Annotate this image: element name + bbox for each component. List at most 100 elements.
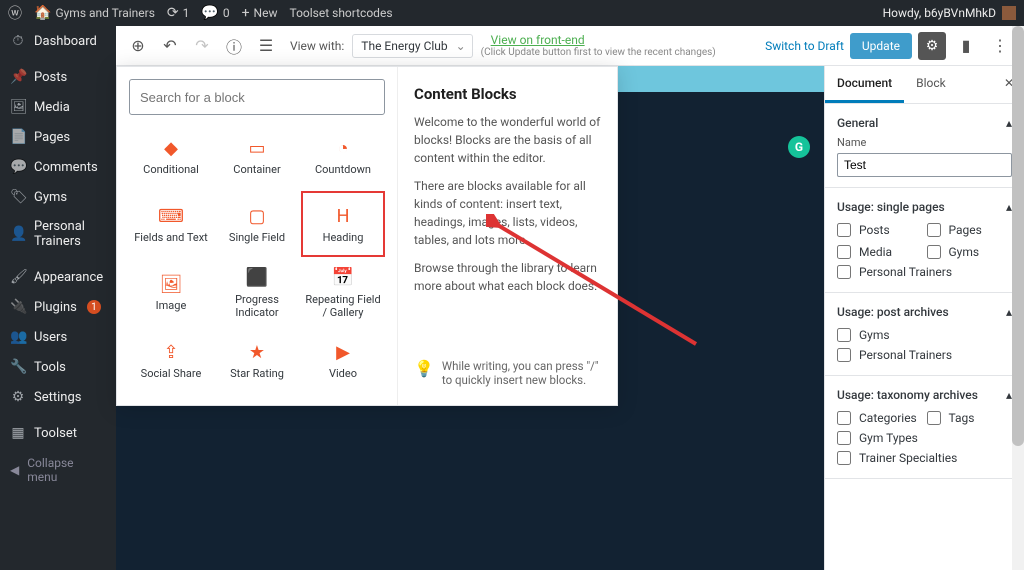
menu-item-users[interactable]: 👥Users (0, 322, 116, 352)
checkbox-gym-types[interactable]: Gym Types (837, 428, 1012, 448)
block-fields-and-text[interactable]: ⌨Fields and Text (129, 191, 213, 257)
block-label: Countdown (315, 163, 371, 176)
block-heading[interactable]: HHeading (301, 191, 385, 257)
block-icon: ▢ (246, 205, 268, 227)
inserter-desc-3: Browse through the library to learn more… (414, 259, 601, 295)
inserter-tip: While writing, you can press "/" to quic… (442, 359, 601, 387)
editor-canvas[interactable]: ◆Conditional ▭ Container ◔ Countdown ⌨Fields … (116, 66, 824, 570)
page-scrollbar-thumb[interactable] (1012, 26, 1024, 446)
menu-label: Comments (34, 160, 98, 175)
block-icon: ⇪ (160, 341, 182, 363)
block-label: Container (233, 163, 280, 176)
menu-item-toolset[interactable]: ▦Toolset (0, 418, 116, 448)
menu-item-media[interactable]: 🖼 Media (0, 92, 116, 122)
menu-icon: 🔧 (10, 359, 26, 375)
tab-block[interactable]: Block (904, 66, 958, 103)
comments-link[interactable]: 💬0 (201, 5, 229, 21)
tab-document[interactable]: Document (825, 66, 904, 103)
wp-admin-bar: ⓦ 🏠Gyms and Trainers ⟳1 💬0 +New Toolset … (0, 0, 1024, 26)
toolset-shortcodes[interactable]: Toolset shortcodes (289, 6, 392, 20)
menu-item-appearance[interactable]: 🖌Appearance (0, 262, 116, 292)
block-container[interactable]: ▭ Container (215, 123, 299, 189)
block-icon: ◔ (332, 137, 354, 159)
menu-icon: 🔌 (10, 299, 26, 315)
redo-button[interactable]: ↷ (190, 34, 214, 58)
checkbox-personal-trainers[interactable]: Personal Trainers (837, 262, 1012, 282)
panel-usage-post-title[interactable]: Usage: post archives (837, 305, 949, 319)
checkbox-tags[interactable]: Tags (927, 408, 1013, 428)
block-repeating-field-gallery[interactable]: 📅Repeating Field / Gallery (301, 259, 385, 325)
menu-label: Media (34, 100, 70, 115)
name-field-label: Name (837, 136, 1012, 149)
inserter-title: Content Blocks (414, 85, 601, 103)
more-options-button[interactable]: ⋮ (986, 32, 1014, 60)
block-label: Conditional (143, 163, 199, 176)
checkbox-trainer-specialties[interactable]: Trainer Specialties (837, 448, 1012, 468)
switch-to-draft-button[interactable]: Switch to Draft (765, 39, 844, 53)
menu-item-plugins[interactable]: 🔌Plugins1 (0, 292, 116, 322)
block-icon: H (332, 205, 354, 227)
block-label: Fields and Text (134, 231, 208, 244)
checkbox-archive-gyms[interactable]: Gyms (837, 325, 1012, 345)
avatar[interactable] (1002, 6, 1016, 20)
view-front-end-link[interactable]: View on front-end (491, 33, 716, 47)
menu-item-gyms[interactable]: 🏷Gyms (0, 182, 116, 212)
checkbox-media[interactable]: Media (837, 242, 923, 262)
template-name-input[interactable] (837, 153, 1012, 177)
undo-button[interactable]: ↶ (158, 34, 182, 58)
site-link[interactable]: 🏠Gyms and Trainers (34, 5, 155, 21)
block-single-field[interactable]: ▢Single Field (215, 191, 299, 257)
block-conditional[interactable]: ◆Conditional (129, 123, 213, 189)
block-video[interactable]: ▶Video (301, 327, 385, 393)
menu-item-settings[interactable]: ⚙Settings (0, 382, 116, 412)
menu-label: Dashboard (34, 34, 97, 49)
menu-icon: 🖼 (10, 99, 26, 115)
panel-general-title[interactable]: General (837, 116, 878, 130)
settings-gear-button[interactable]: ⚙ (918, 32, 946, 60)
menu-item-comments[interactable]: 💬Comments (0, 152, 116, 182)
block-star-rating[interactable]: ★Star Rating (215, 327, 299, 393)
block-countdown[interactable]: ◔ Countdown (301, 123, 385, 189)
block-social-share[interactable]: ⇪Social Share (129, 327, 213, 393)
outline-button[interactable]: ☰ (254, 34, 278, 58)
info-button[interactable]: ⓘ (222, 34, 246, 58)
view-with-select[interactable]: The Energy Club (352, 34, 472, 58)
menu-icon: 📌 (10, 69, 26, 85)
panel-usage-tax-title[interactable]: Usage: taxonomy archives (837, 388, 978, 402)
block-icon: ▭ (246, 137, 268, 159)
menu-item-tools[interactable]: 🔧Tools (0, 352, 116, 382)
front-end-hint: (Click Update button first to view the r… (481, 47, 716, 58)
checkbox-gyms[interactable]: Gyms (927, 242, 1013, 262)
wp-logo[interactable]: ⓦ (8, 3, 22, 23)
checkbox-posts[interactable]: Posts (837, 220, 923, 240)
editor-toolbar: ⊕ ↶ ↷ ⓘ ☰ View with: The Energy Club Vie… (116, 26, 1024, 66)
checkbox-categories[interactable]: Categories (837, 408, 923, 428)
menu-icon: ⏱ (10, 33, 26, 49)
menu-label: Pages (34, 130, 70, 145)
menu-label: Appearance (34, 270, 103, 285)
block-image[interactable]: 🖼Image (129, 259, 213, 325)
block-icon: ★ (246, 341, 268, 363)
update-button[interactable]: Update (850, 33, 912, 59)
collapse-menu[interactable]: ◀Collapse menu (0, 448, 116, 492)
menu-label: Toolset (34, 426, 77, 441)
editor-wrap: ⊕ ↶ ↷ ⓘ ☰ View with: The Energy Club Vie… (116, 26, 1024, 570)
howdy-text[interactable]: Howdy, b6yBVnMhkD (883, 6, 996, 20)
menu-item-dashboard[interactable]: ⏱ Dashboard (0, 26, 116, 56)
new-link[interactable]: +New (242, 5, 278, 21)
menu-item-personal-trainers[interactable]: 👤Personal Trainers (0, 212, 116, 256)
menu-icon: 👥 (10, 329, 26, 345)
search-block-input[interactable] (129, 79, 385, 115)
add-block-button[interactable]: ⊕ (126, 34, 150, 58)
checkbox-archive-trainers[interactable]: Personal Trainers (837, 345, 1012, 365)
panel-usage-single-title[interactable]: Usage: single pages (837, 200, 945, 214)
menu-icon: 📄 (10, 129, 26, 145)
block-icon: ▶ (332, 341, 354, 363)
menu-item-posts[interactable]: 📌Posts (0, 62, 116, 92)
grammarly-badge[interactable]: G (788, 136, 810, 158)
toolset-views-button[interactable]: ▮ (952, 32, 980, 60)
block-progress-indicator[interactable]: ⬛Progress Indicator (215, 259, 299, 325)
menu-item-pages[interactable]: 📄 Pages (0, 122, 116, 152)
checkbox-pages[interactable]: Pages (927, 220, 1013, 240)
updates-link[interactable]: ⟳1 (167, 5, 189, 21)
